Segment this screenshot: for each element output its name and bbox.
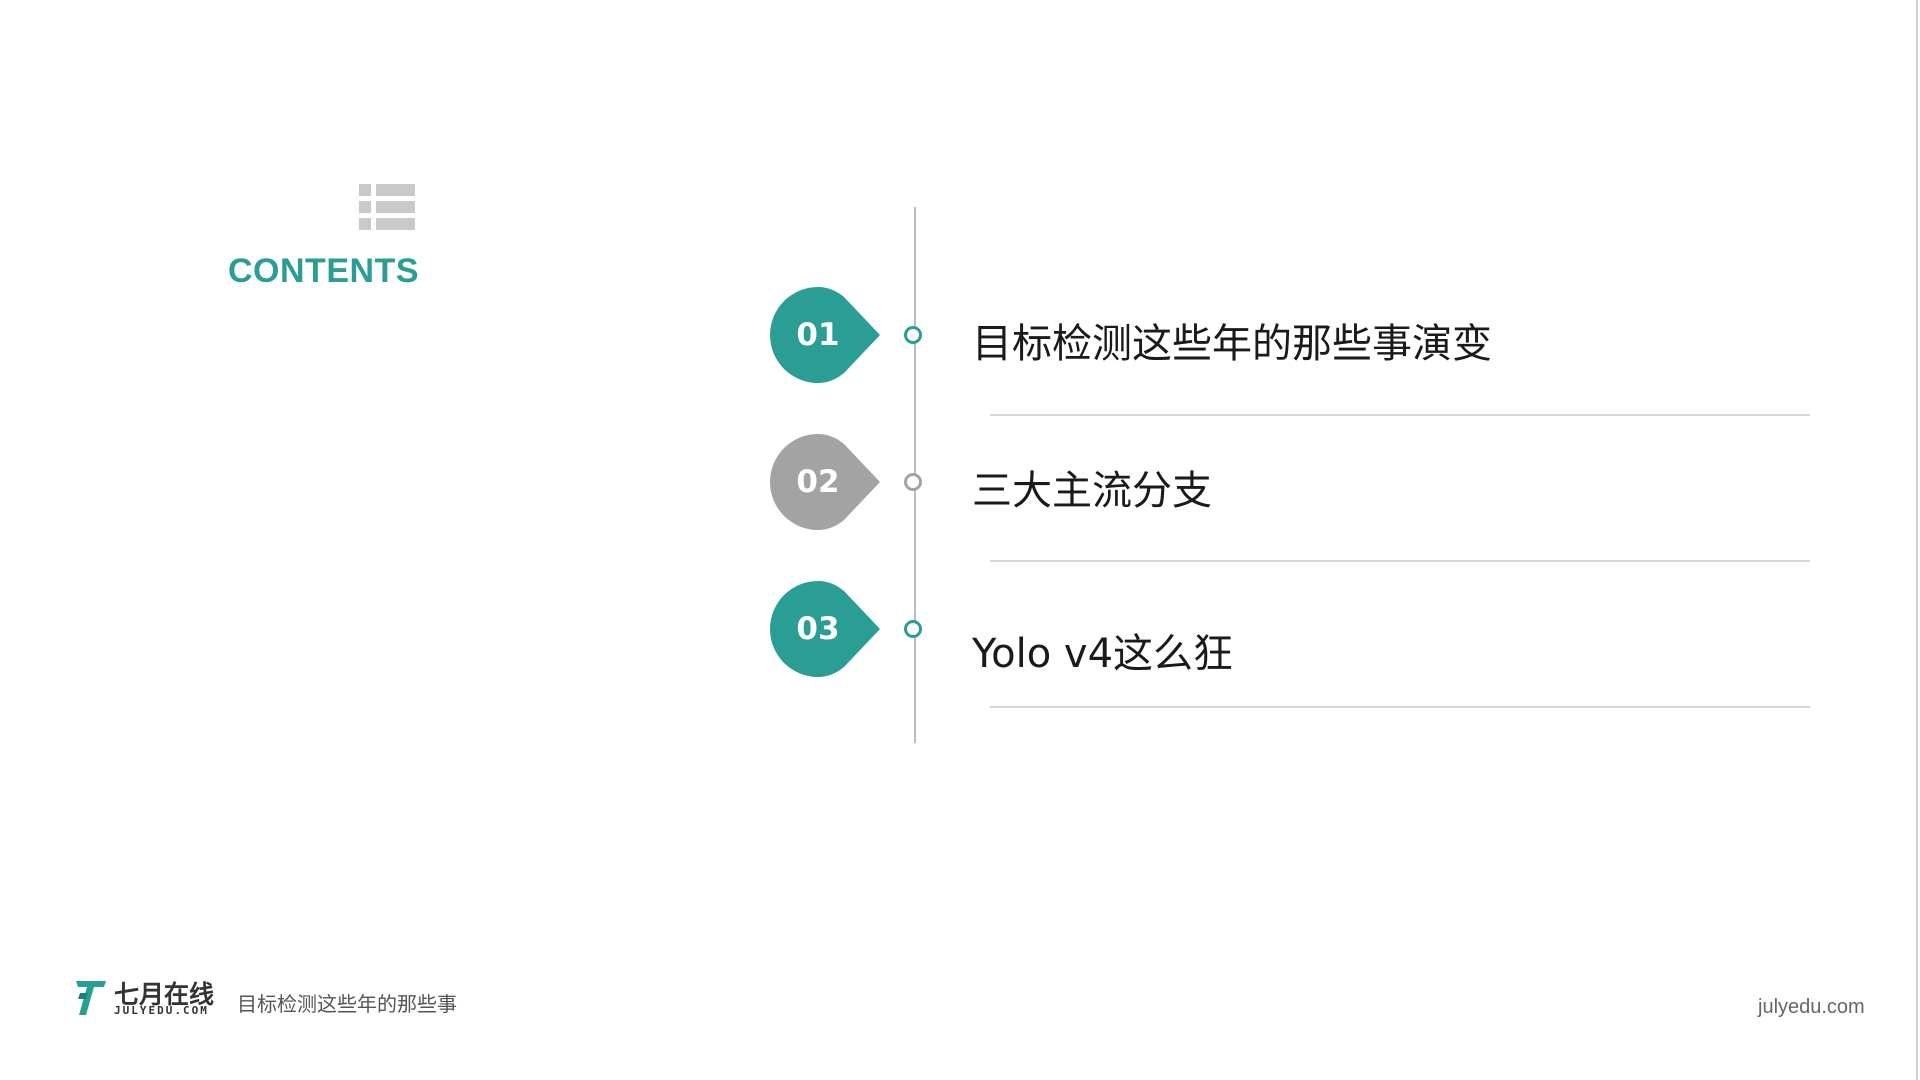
contents-item-3: 03 Yolo v4这么狂 [0,581,1920,721]
julyedu-logo[interactable]: 七月在线 JULYEDU.COM [74,975,224,1023]
number-badge: 01 [770,287,890,383]
number-badge: 03 [770,581,890,677]
timeline-node [904,326,922,344]
separator-line [990,560,1810,562]
contents-title: CONTENTS [228,252,419,290]
logo-english-text: JULYEDU.COM [114,1004,209,1017]
list-icon [359,184,415,230]
slide: CONTENTS 01 目标检测这些年的那些事演变 02 三大主流分支 03 Y… [0,0,1920,1080]
badge-number: 01 [796,317,840,353]
item-label[interactable]: 目标检测这些年的那些事演变 [972,311,1492,369]
timeline-node [904,620,922,638]
badge-number: 02 [796,464,840,500]
number-badge: 02 [770,434,890,530]
julyedu-logo-icon [76,981,106,1015]
separator-line [990,414,1810,416]
item-label[interactable]: 三大主流分支 [972,458,1212,516]
item-label[interactable]: Yolo v4这么狂 [972,621,1233,679]
contents-item-2: 02 三大主流分支 [0,434,1920,574]
footer-subtitle: 目标检测这些年的那些事 [237,992,457,1016]
badge-number: 03 [796,611,840,647]
window-edge [1916,0,1918,1080]
watermark [1530,46,1830,102]
separator-line [990,706,1810,708]
footer-url[interactable]: julyedu.com [1758,996,1865,1019]
timeline-node [904,473,922,491]
contents-item-1: 01 目标检测这些年的那些事演变 [0,287,1920,427]
